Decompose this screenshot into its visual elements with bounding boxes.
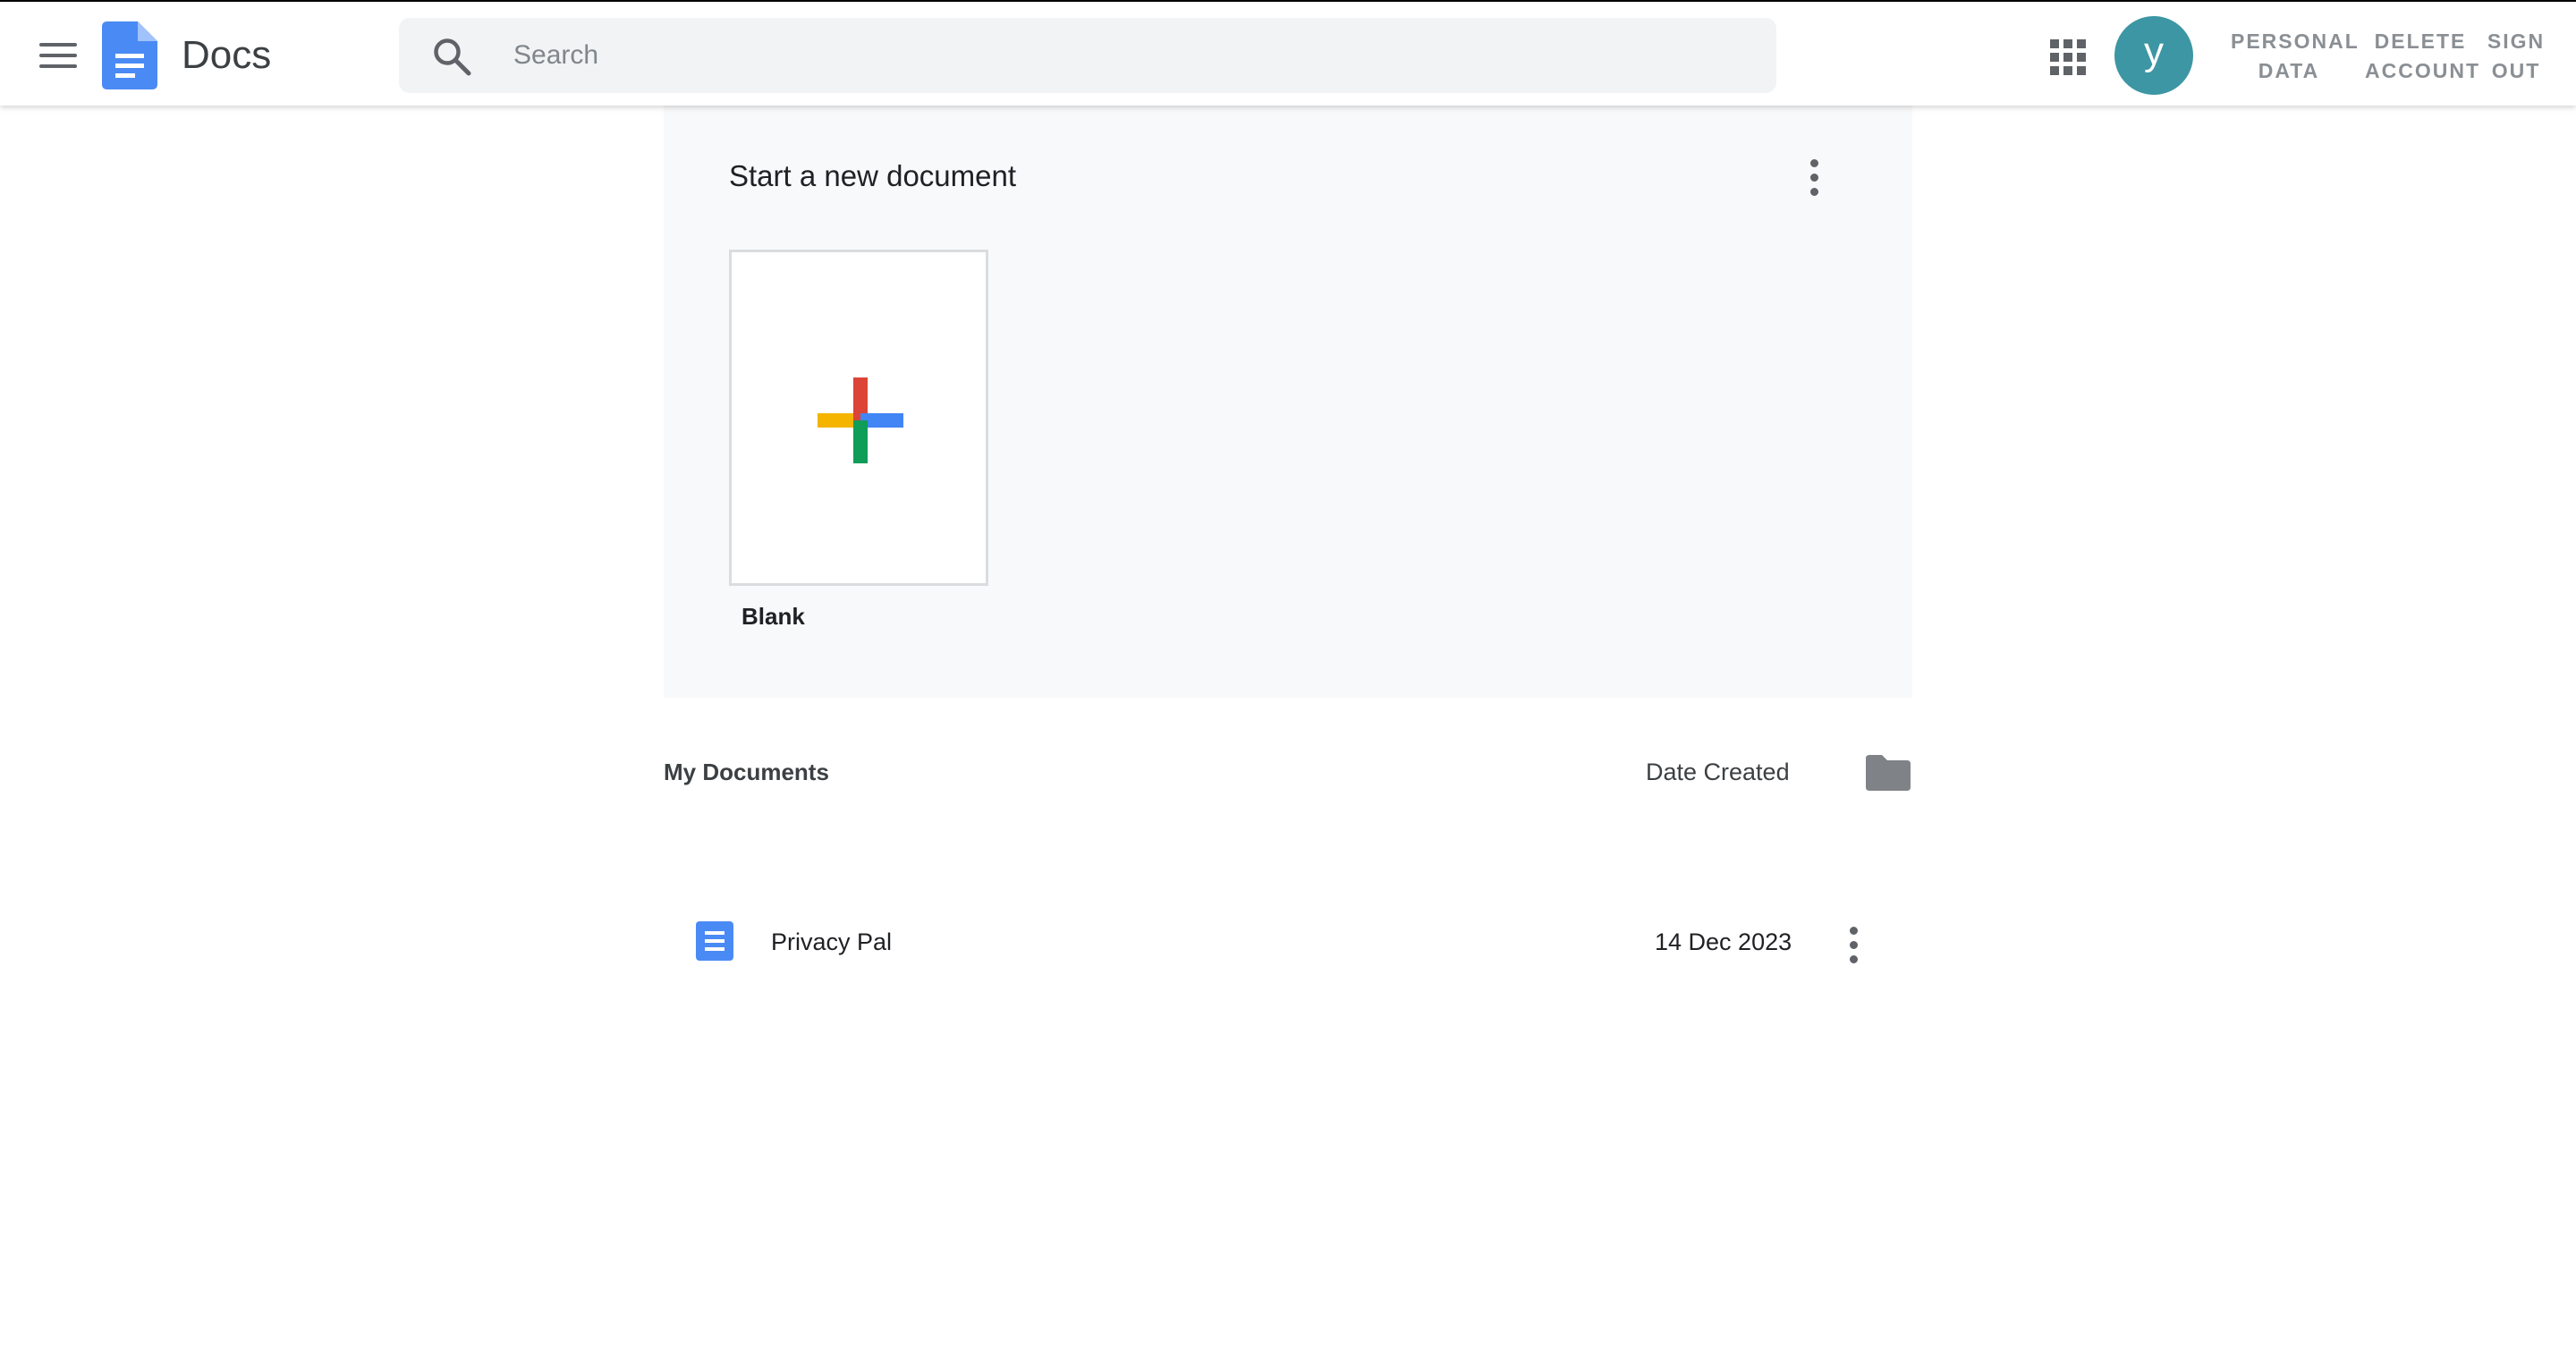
document-more-options-icon[interactable] (1840, 923, 1867, 968)
docs-logo-icon[interactable] (102, 21, 157, 89)
document-row[interactable]: Privacy Pal 14 Dec 2023 (664, 902, 1912, 982)
new-document-title: Start a new document (729, 159, 1017, 192)
delete-account-line2: ACCOUNT (2365, 59, 2480, 82)
search-input[interactable] (512, 18, 1746, 93)
folder-icon[interactable] (1866, 755, 1911, 791)
sort-dropdown[interactable]: Date Created (1646, 759, 1790, 786)
top-app-bar: Docs y PERSONAL DATA DELETE ACCOUNT SIGN… (0, 0, 2576, 106)
delete-account-line1: DELETE (2374, 30, 2467, 53)
avatar[interactable]: y (2114, 16, 2193, 95)
document-date: 14 Dec 2023 (1655, 928, 1792, 955)
apps-grid-icon[interactable] (2050, 39, 2086, 75)
delete-account-link[interactable]: DELETE ACCOUNT (2365, 27, 2480, 86)
sign-out-line2: OUT (2491, 59, 2541, 82)
hamburger-menu-icon[interactable] (36, 38, 80, 73)
personal-data-line1: PERSONAL (2231, 30, 2360, 53)
sign-out-line1: SIGN (2487, 30, 2546, 53)
colorful-plus-icon (818, 377, 903, 463)
personal-data-link[interactable]: PERSONAL DATA (2231, 27, 2360, 86)
search-bar[interactable] (399, 18, 1776, 93)
blank-template-label[interactable]: Blank (741, 603, 805, 631)
document-icon (696, 921, 733, 961)
template-more-options-icon[interactable] (1801, 156, 1827, 200)
app-title: Docs (182, 33, 272, 77)
sign-out-link[interactable]: SIGN OUT (2487, 27, 2546, 86)
personal-data-line2: DATA (2258, 59, 2320, 82)
new-document-section: Start a new document Blank (664, 106, 1912, 698)
document-name[interactable]: Privacy Pal (771, 928, 892, 956)
search-icon[interactable] (431, 36, 472, 77)
my-documents-title: My Documents (664, 759, 829, 785)
blank-template-card[interactable] (729, 250, 988, 586)
